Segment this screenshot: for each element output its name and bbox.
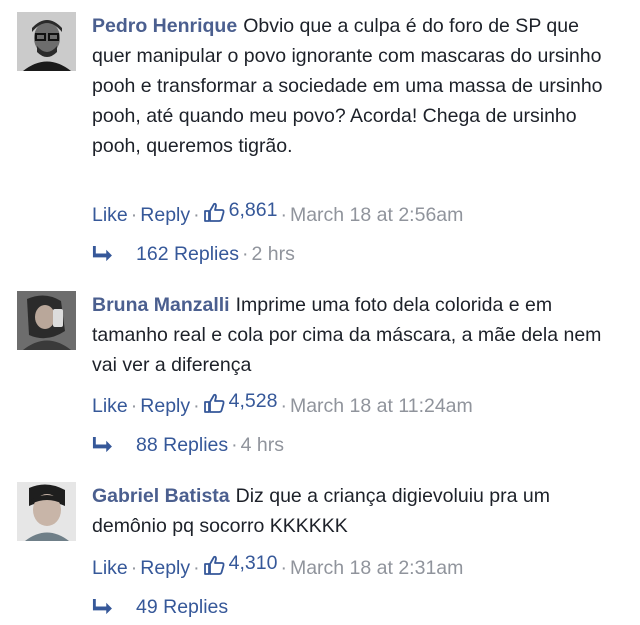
- separator: ·: [193, 395, 200, 417]
- comment-body: Pedro Henrique Obvio que a culpa é do for…: [92, 11, 612, 161]
- replies-link[interactable]: 88 Replies · 4 hrs: [92, 430, 284, 460]
- reply-arrow-icon: [92, 598, 112, 615]
- thumbs-up-icon: [203, 202, 225, 222]
- avatar[interactable]: [17, 12, 76, 71]
- separator: ·: [130, 395, 138, 417]
- separator: ·: [280, 395, 287, 417]
- comment-actions: Like · Reply · 4,310 · March 18 at 2:31am: [92, 548, 463, 583]
- avatar[interactable]: [17, 482, 76, 541]
- reply-link[interactable]: Reply: [140, 204, 190, 226]
- replies-time: 2 hrs: [251, 243, 295, 265]
- replies-count[interactable]: 49 Replies: [136, 592, 228, 622]
- like-link[interactable]: Like: [92, 557, 128, 579]
- separator: ·: [280, 204, 287, 226]
- reply-link[interactable]: Reply: [140, 557, 190, 579]
- separator: ·: [280, 557, 287, 579]
- like-link[interactable]: Like: [92, 204, 128, 226]
- avatar-photo-icon: [17, 482, 76, 541]
- timestamp[interactable]: March 18 at 11:24am: [290, 395, 473, 417]
- author-name[interactable]: Bruna Manzalli: [92, 294, 230, 316]
- timestamp[interactable]: March 18 at 2:56am: [290, 204, 463, 226]
- separator: ·: [193, 204, 200, 226]
- replies-count[interactable]: 162 Replies: [136, 239, 239, 269]
- avatar-photo-icon: [17, 291, 76, 350]
- avatar[interactable]: [17, 291, 76, 350]
- separator: ·: [231, 434, 238, 456]
- reply-arrow-icon: [92, 436, 112, 453]
- thumbs-up-icon: [203, 555, 225, 575]
- comment-actions: Like · Reply · 4,528 · March 18 at 11:24am: [92, 386, 473, 421]
- comment-actions: Like · Reply · 6,861 · March 18 at 2:56am: [92, 195, 463, 230]
- replies-time: 4 hrs: [240, 434, 284, 456]
- thumbs-up-icon: [203, 393, 225, 413]
- replies-link[interactable]: 49 Replies: [92, 592, 228, 622]
- separator: ·: [130, 557, 138, 579]
- timestamp[interactable]: March 18 at 2:31am: [290, 557, 463, 579]
- like-count[interactable]: 6,861: [203, 195, 278, 225]
- comment-body: Bruna Manzalli Imprime uma foto dela colo…: [92, 290, 612, 380]
- replies-count[interactable]: 88 Replies: [136, 430, 228, 460]
- comment-body: Gabriel Batista Diz que a criança digievo…: [92, 481, 612, 541]
- replies-link[interactable]: 162 Replies · 2 hrs: [92, 239, 295, 269]
- avatar-photo-icon: [17, 12, 76, 71]
- author-name[interactable]: Pedro Henrique: [92, 15, 237, 37]
- separator: ·: [241, 243, 249, 265]
- like-count-value: 4,310: [228, 552, 278, 574]
- like-count[interactable]: 4,310: [203, 548, 278, 578]
- like-link[interactable]: Like: [92, 395, 128, 417]
- reply-arrow-icon: [92, 245, 112, 262]
- like-count-value: 6,861: [228, 199, 278, 221]
- like-count[interactable]: 4,528: [203, 386, 278, 416]
- separator: ·: [193, 557, 200, 579]
- reply-link[interactable]: Reply: [140, 395, 190, 417]
- author-name[interactable]: Gabriel Batista: [92, 485, 230, 507]
- like-count-value: 4,528: [228, 390, 278, 412]
- separator: ·: [130, 204, 138, 226]
